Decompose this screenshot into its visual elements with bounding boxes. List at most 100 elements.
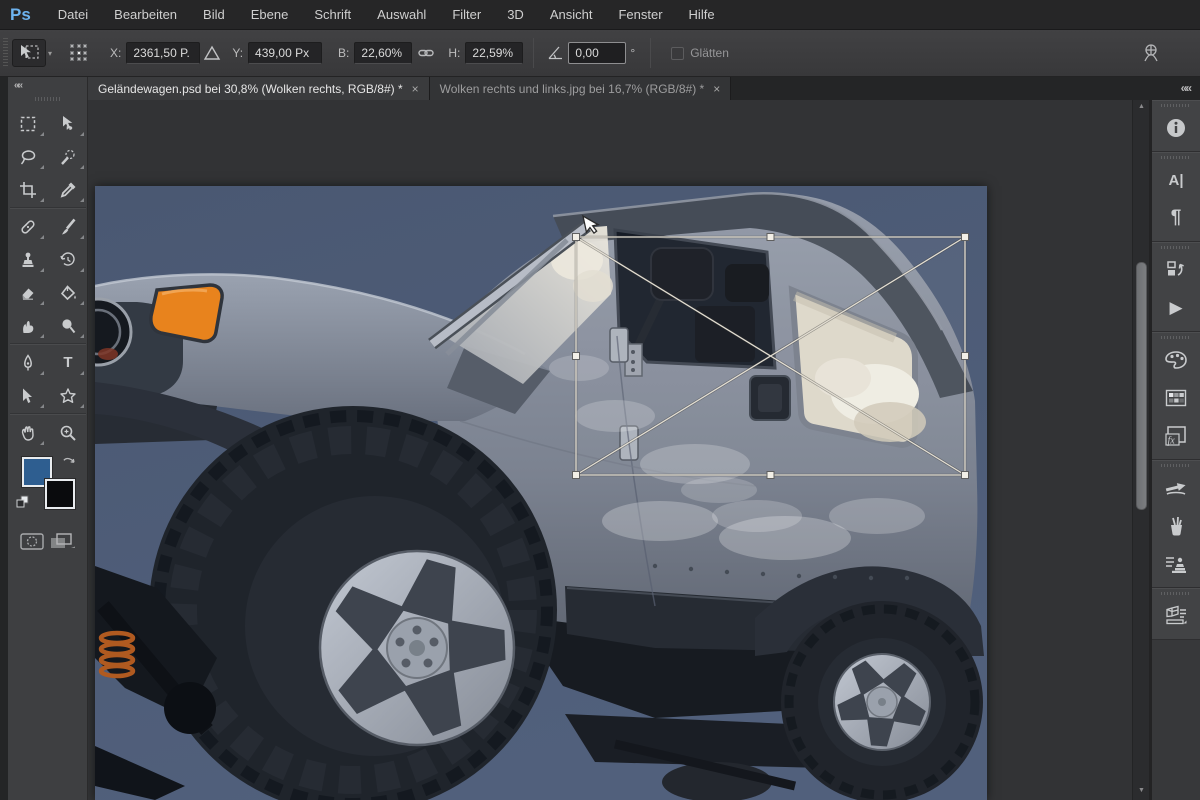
tool-options-bar: ▾ X: 2361,50 P. Y: 439,00 Px B: 22,60% H… bbox=[0, 30, 1200, 77]
scroll-up-icon[interactable]: ▲ bbox=[1133, 100, 1150, 114]
jeep-turn-signal bbox=[149, 283, 224, 344]
menu-auswahl[interactable]: Auswahl bbox=[364, 0, 439, 30]
panel-grip[interactable] bbox=[1161, 246, 1191, 249]
scroll-down-icon[interactable]: ▼ bbox=[1133, 784, 1150, 798]
tool-brush[interactable] bbox=[48, 210, 88, 243]
scrollbar-thumb[interactable] bbox=[1136, 262, 1147, 510]
transform-handle-left-mid[interactable] bbox=[572, 352, 580, 360]
width-scale-field[interactable]: 22,60% bbox=[354, 42, 413, 64]
transform-handle-top-right[interactable] bbox=[961, 233, 969, 241]
menu-datei[interactable]: Datei bbox=[45, 0, 101, 30]
vertical-scrollbar[interactable]: ▲ ▼ bbox=[1132, 100, 1149, 800]
jeep-photo bbox=[95, 186, 987, 800]
height-label: H: bbox=[448, 46, 461, 60]
close-icon[interactable]: × bbox=[713, 83, 720, 95]
panel-grip[interactable] bbox=[1161, 104, 1191, 107]
panel-grip[interactable] bbox=[1161, 592, 1191, 595]
transform-handle-right-mid[interactable] bbox=[961, 352, 969, 360]
tool-group-separator bbox=[10, 207, 86, 209]
swap-colors-icon[interactable] bbox=[61, 455, 77, 474]
menu-filter[interactable]: Filter bbox=[439, 0, 494, 30]
cloud-layer-reflections bbox=[549, 237, 965, 560]
panel-info-icon[interactable] bbox=[1152, 109, 1200, 147]
glaetten-label: Glätten bbox=[690, 46, 729, 60]
menu-ebene[interactable]: Ebene bbox=[238, 0, 302, 30]
reference-point-locator[interactable] bbox=[68, 42, 90, 64]
tab-wolken[interactable]: Wolken rechts und links.jpg bei 16,7% (R… bbox=[429, 77, 732, 100]
tool-eraser[interactable] bbox=[8, 276, 48, 309]
panel-swatches-icon[interactable] bbox=[1152, 379, 1200, 417]
rotation-angle-field[interactable]: 0,00 bbox=[568, 42, 627, 64]
tool-dodge[interactable] bbox=[48, 309, 88, 342]
options-separator bbox=[533, 38, 535, 68]
tool-zoom[interactable] bbox=[48, 416, 88, 449]
quick-mask-button[interactable] bbox=[20, 533, 44, 556]
transform-handle-bottom-left[interactable] bbox=[572, 471, 580, 479]
panel-grip[interactable] bbox=[1161, 336, 1191, 339]
panel-brush-icon[interactable] bbox=[1152, 469, 1200, 507]
x-position-field[interactable]: 2361,50 P. bbox=[126, 42, 201, 64]
tool-paint-bucket[interactable] bbox=[48, 276, 88, 309]
tool-type[interactable]: T bbox=[48, 346, 88, 379]
menu-hilfe[interactable]: Hilfe bbox=[676, 0, 728, 30]
current-tool-button[interactable] bbox=[12, 39, 46, 67]
tab-gelaendewagen[interactable]: Geländewagen.psd bei 30,8% (Wolken recht… bbox=[88, 77, 430, 100]
canvas-area[interactable] bbox=[88, 100, 1132, 800]
tool-lasso[interactable] bbox=[8, 140, 48, 173]
relative-positioning-delta-icon[interactable] bbox=[203, 45, 221, 61]
rotation-angle-icon bbox=[547, 45, 565, 61]
close-icon[interactable]: × bbox=[412, 83, 419, 95]
panel-history-icon[interactable] bbox=[1152, 251, 1200, 289]
glaetten-checkbox[interactable] bbox=[671, 46, 685, 60]
panel-3d-icon[interactable] bbox=[1152, 597, 1200, 635]
tool-smudge[interactable] bbox=[8, 309, 48, 342]
maintain-aspect-link-icon[interactable] bbox=[418, 47, 435, 59]
panel-collapse-chevrons-icon[interactable]: «« bbox=[1181, 81, 1192, 95]
height-scale-field[interactable]: 22,59% bbox=[465, 42, 524, 64]
menu-bild[interactable]: Bild bbox=[190, 0, 238, 30]
toolbar-collapse-icon[interactable]: «« bbox=[8, 77, 87, 95]
panel-clone-source-icon[interactable] bbox=[1152, 545, 1200, 583]
tool-quick-selection[interactable] bbox=[48, 140, 88, 173]
tool-dropdown-arrow[interactable]: ▾ bbox=[48, 49, 52, 58]
panel-brush-presets-icon[interactable] bbox=[1152, 507, 1200, 545]
workspace-switcher-icon[interactable] bbox=[1140, 42, 1162, 64]
screen-mode-button[interactable] bbox=[49, 533, 75, 556]
tool-history-brush[interactable] bbox=[48, 243, 88, 276]
menu-bearbeiten[interactable]: Bearbeiten bbox=[101, 0, 190, 30]
tool-crop[interactable] bbox=[8, 173, 48, 206]
panel-grip[interactable] bbox=[1161, 464, 1191, 467]
y-position-field[interactable]: 439,00 Px bbox=[248, 42, 323, 64]
menu-3d[interactable]: 3D bbox=[494, 0, 537, 30]
menu-fenster[interactable]: Fenster bbox=[605, 0, 675, 30]
panel-paragraph-icon[interactable]: ¶ bbox=[1152, 199, 1200, 237]
tool-move[interactable] bbox=[48, 107, 88, 140]
default-colors-icon[interactable] bbox=[16, 495, 30, 514]
menu-ansicht[interactable]: Ansicht bbox=[537, 0, 606, 30]
tool-custom-shape[interactable] bbox=[48, 379, 88, 412]
menu-schrift[interactable]: Schrift bbox=[301, 0, 364, 30]
tool-spot-healing-brush[interactable] bbox=[8, 210, 48, 243]
transform-handle-bottom-right[interactable] bbox=[961, 471, 969, 479]
transform-handle-top-left[interactable] bbox=[572, 233, 580, 241]
panel-grip[interactable] bbox=[1161, 156, 1191, 159]
panel-color-icon[interactable] bbox=[1152, 341, 1200, 379]
document-image[interactable] bbox=[95, 186, 987, 800]
transform-handle-bottom-mid[interactable] bbox=[766, 471, 775, 479]
panel-group-info bbox=[1152, 100, 1200, 152]
tool-pen[interactable] bbox=[8, 346, 48, 379]
panel-character-icon[interactable]: A| bbox=[1152, 161, 1200, 199]
tool-clone-stamp[interactable] bbox=[8, 243, 48, 276]
panel-styles-icon[interactable]: fx bbox=[1152, 417, 1200, 455]
tool-rectangular-marquee[interactable] bbox=[8, 107, 48, 140]
transform-move-tool-icon bbox=[21, 45, 39, 59]
tool-hand[interactable] bbox=[8, 416, 48, 449]
background-color-swatch[interactable] bbox=[44, 478, 76, 510]
panel-actions-icon[interactable]: ▶ bbox=[1152, 289, 1200, 327]
tool-eyedropper[interactable] bbox=[48, 173, 88, 206]
toolbar-grip[interactable] bbox=[34, 97, 61, 101]
transform-handle-top-mid[interactable] bbox=[766, 233, 775, 241]
options-bar-grip[interactable] bbox=[3, 38, 8, 68]
photoshop-logo: Ps bbox=[10, 4, 31, 24]
tool-path-selection[interactable] bbox=[8, 379, 48, 412]
